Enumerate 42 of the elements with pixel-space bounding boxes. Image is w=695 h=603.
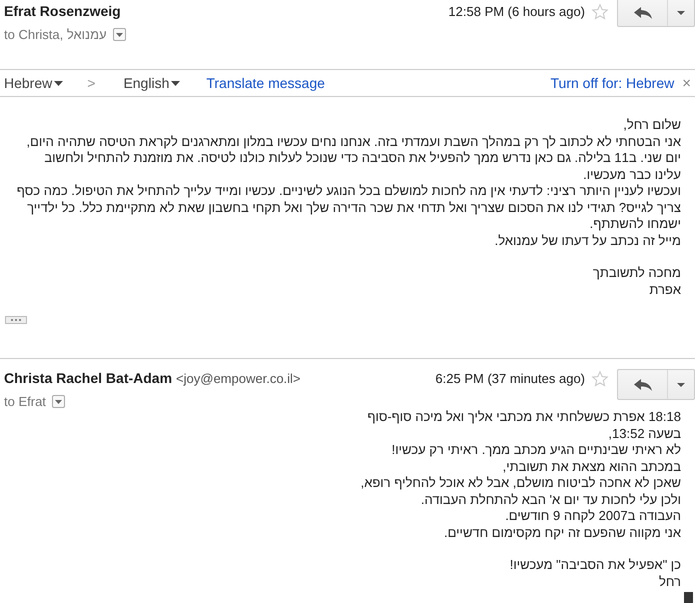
sender-email: <joy@empower.co.il> <box>176 371 301 386</box>
caret-icon <box>677 382 685 386</box>
sender-name: Efrat Rosenzweig <box>4 3 121 19</box>
target-language-dropdown[interactable]: English <box>123 75 180 91</box>
message-line: במכתב ההוא מצאת את תשובתי, <box>502 458 681 475</box>
message-time: 6:25 PM (37 minutes ago) <box>435 370 585 386</box>
arrow-text: > <box>87 75 96 91</box>
reply-icon <box>634 7 652 19</box>
caret-icon <box>677 11 685 15</box>
message-line: ועכשיו לעניין היותר רציני: לדעתי אין מה לחכות למושלם בכל הנוגע לשיניים. עכשיו ומייד עלייך להתחיל את הטיפול. כמה כסף צריך לגייס? תגידי לנו את הסכום שצריך ואל תדחי את שכר הדירה שלך ואל תקחי בחשבון שאת לא מתקיימת כלל. כל ילדייך ישמחו להשתתף. <box>16 183 681 232</box>
message-line: אפרת <box>648 282 681 298</box>
message-line: בשעה 13:52, <box>607 426 681 442</box>
close-icon[interactable]: × <box>682 74 691 92</box>
source-language-dropdown[interactable]: Hebrew <box>4 75 64 91</box>
show-trimmed-button[interactable] <box>5 316 27 324</box>
reply-icon <box>634 378 652 390</box>
message-line: שלום רחל, <box>622 117 681 134</box>
message-line: 18:18 אפרת כששלחתי את מכתבי אליך ואל מיכה סוף-סוף <box>366 409 681 426</box>
caret-icon <box>54 400 62 404</box>
sender-name: Christa Rachel Bat-Adam <box>4 370 172 386</box>
translate-message-link[interactable]: Translate message <box>206 75 325 91</box>
star-icon[interactable] <box>591 3 609 21</box>
recipients: to Christa, עמנואל <box>4 27 107 42</box>
star-icon[interactable] <box>591 370 609 388</box>
caret-icon <box>171 80 180 86</box>
message-line: לא ראיתי שבינתיים הגיע מכתב ממך. ראיתי רק עכשיו! <box>390 442 681 458</box>
message-line: העבודה ב2007 לקחה 9 חודשים. <box>504 508 681 524</box>
message-line: מחכה לתשובתך <box>592 265 681 282</box>
message-line: אני הבטחתי לא לכתוב לך רק במהלך השבת ועמדתי בזה. אנחנו נחים עכשיו במלון ומתארגנים לקראת הטיסה שתהיה היום, יום שני. ב11 בלילה. גם כאן נדרש ממך להפעיל את הסביבה כדי שנוכל לעלות כולנו לטיסה. את מוזמנת להתחיל ולחשוב עלינו כבר מעכשיו. <box>25 134 681 183</box>
message-line: כן "אפעיל את הסביבה" מעכשיו! <box>508 557 681 574</box>
message-line: ולכן עלי לחכות עד יום א' הבא להתחלת העבודה. <box>420 492 681 508</box>
message-line: מייל זה נכתב על דעתו של עמנואל. <box>494 232 681 249</box>
message-line: אני מקווה שהפעם זה יקח מקסימום חדשיים. <box>443 524 681 541</box>
caret-icon <box>54 80 64 86</box>
caret-icon <box>116 32 123 36</box>
details-dropdown[interactable] <box>112 28 126 41</box>
message-time: 12:58 PM (6 hours ago) <box>448 3 585 19</box>
message-line: שאכן לא אחכה לביטוח מושלם, אבל לא אוכל להחליף רופא, <box>360 475 681 492</box>
message-line: רחל <box>658 574 681 590</box>
recipients: to Efrat <box>4 394 46 409</box>
turn-off-link[interactable]: Turn off for: Hebrew <box>550 75 674 91</box>
details-dropdown[interactable] <box>52 395 65 408</box>
